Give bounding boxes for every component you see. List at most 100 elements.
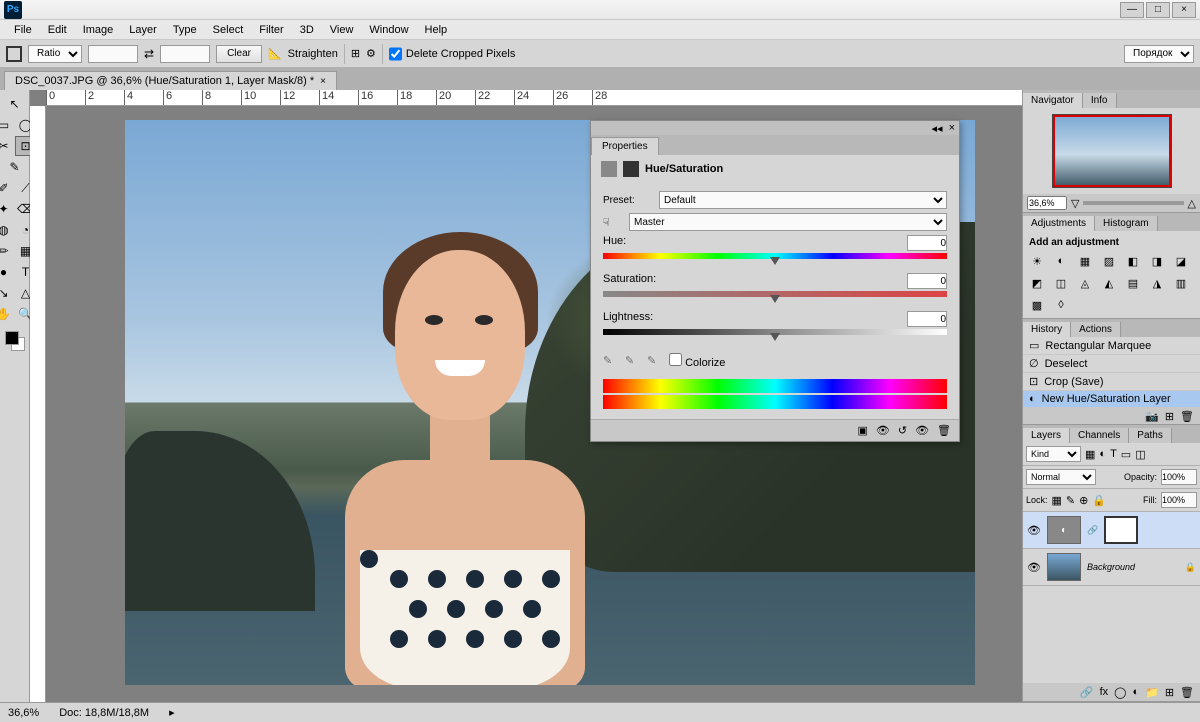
adj-threshold-icon[interactable]: ▥ <box>1173 276 1189 290</box>
maximize-button[interactable]: □ <box>1146 2 1170 18</box>
marquee-tool[interactable]: ▭ <box>0 115 15 135</box>
stamp-tool[interactable]: ✦ <box>0 199 15 219</box>
history-new-icon[interactable]: ⊞ <box>1165 410 1174 423</box>
zoom-in-icon[interactable]: △ <box>1188 197 1196 210</box>
link-icon[interactable]: 🔗 <box>1087 525 1098 536</box>
blend-mode-select[interactable]: Normal <box>1026 469 1096 485</box>
adj-brightness-icon[interactable]: ☀ <box>1029 254 1045 268</box>
lock-all-icon[interactable]: 🔒 <box>1092 494 1106 507</box>
adj-exposure-icon[interactable]: ▨ <box>1101 254 1117 268</box>
clip-layer-icon[interactable]: ▣ <box>857 424 867 437</box>
crop-mode-select[interactable]: Ratio <box>28 45 82 63</box>
menu-edit[interactable]: Edit <box>40 22 75 38</box>
menu-filter[interactable]: Filter <box>251 22 291 38</box>
filter-adj-icon[interactable]: ◐ <box>1099 448 1106 460</box>
document-tab[interactable]: DSC_0037.JPG @ 36,6% (Hue/Saturation 1, … <box>4 71 337 90</box>
history-item[interactable]: ◐New Hue/Saturation Layer <box>1023 391 1200 408</box>
adj-bw-icon[interactable]: ◩ <box>1029 276 1045 290</box>
preset-select[interactable]: Default <box>659 191 947 209</box>
toggle-visibility-icon[interactable]: 👁 <box>915 424 929 437</box>
menu-type[interactable]: Type <box>165 22 205 38</box>
navigator-zoom-slider[interactable] <box>1083 201 1183 205</box>
zoom-out-icon[interactable]: ▽ <box>1071 197 1079 210</box>
eraser-tool[interactable]: ◍ <box>0 220 15 240</box>
navigator-thumbnail[interactable] <box>1052 114 1172 188</box>
clear-button[interactable]: Clear <box>216 45 262 63</box>
adj-photofilter-icon[interactable]: ◫ <box>1053 276 1069 290</box>
layer-adj-icon[interactable]: ◐ <box>1132 686 1139 698</box>
layer-link-icon[interactable]: 🔗 <box>1080 686 1094 699</box>
crop-width-input[interactable] <box>88 45 138 63</box>
adj-invert-icon[interactable]: ▤ <box>1125 276 1141 290</box>
lock-trans-icon[interactable]: ▦ <box>1052 494 1062 507</box>
history-item[interactable]: ⊡Crop (Save) <box>1023 373 1200 391</box>
layer-filter-select[interactable]: Kind <box>1026 446 1081 462</box>
tab-adjustments[interactable]: Adjustments <box>1023 216 1095 231</box>
menu-image[interactable]: Image <box>75 22 122 38</box>
heal-tool[interactable]: ✐ <box>0 178 15 198</box>
lightness-input[interactable] <box>907 311 947 327</box>
swap-dimensions-button[interactable]: ⇄ <box>144 47 154 61</box>
lock-pixel-icon[interactable]: ✎ <box>1066 494 1075 507</box>
tab-info[interactable]: Info <box>1083 93 1117 108</box>
panel-collapse-icon[interactable]: ◂◂ <box>932 122 943 135</box>
hue-slider[interactable] <box>603 253 947 263</box>
tab-channels[interactable]: Channels <box>1070 428 1129 443</box>
eyedropper-tool[interactable]: ✎ <box>4 157 26 177</box>
blur-tool[interactable]: ✏ <box>0 241 15 261</box>
tab-history[interactable]: History <box>1023 322 1071 337</box>
delete-adjustment-icon[interactable]: 🗑 <box>937 424 951 437</box>
adj-posterize-icon[interactable]: ◮ <box>1149 276 1165 290</box>
gear-icon[interactable]: ⚙ <box>366 47 376 60</box>
tab-properties[interactable]: Properties <box>591 137 659 155</box>
opacity-input[interactable] <box>1161 469 1197 485</box>
pen-tool[interactable]: ● <box>0 262 15 282</box>
straighten-label[interactable]: Straighten <box>288 48 338 60</box>
reset-icon[interactable]: ↺ <box>898 424 907 437</box>
hue-input[interactable] <box>907 235 947 251</box>
properties-panel[interactable]: ◂◂ × Properties Hue/Saturation Preset: D… <box>590 120 960 442</box>
adj-selective-icon[interactable]: ◊ <box>1053 298 1069 312</box>
minimize-button[interactable]: — <box>1120 2 1144 18</box>
history-trash-icon[interactable]: 🗑 <box>1180 410 1194 423</box>
eyedropper-plus-icon[interactable]: ✎ <box>625 354 639 368</box>
fill-input[interactable] <box>1161 492 1197 508</box>
tab-layers[interactable]: Layers <box>1023 428 1070 443</box>
layer-group-icon[interactable]: 📁 <box>1145 686 1159 699</box>
panel-close-icon[interactable]: × <box>949 122 955 134</box>
visibility-icon[interactable]: 👁 <box>1027 561 1041 574</box>
delete-cropped-checkbox[interactable]: Delete Cropped Pixels <box>389 45 515 63</box>
wand-tool[interactable]: ✂ <box>0 136 15 156</box>
lightness-slider[interactable] <box>603 329 947 339</box>
target-adjust-icon[interactable]: ☟ <box>603 216 623 229</box>
history-item[interactable]: ▭Rectangular Marquee <box>1023 337 1200 355</box>
adj-colorbalance-icon[interactable]: ◪ <box>1173 254 1189 268</box>
layer-new-icon[interactable]: ⊞ <box>1165 686 1174 699</box>
layer-huesat[interactable]: 👁 ◐ 🔗 <box>1023 512 1200 549</box>
history-snapshot-icon[interactable]: 📷 <box>1145 410 1159 423</box>
colorize-checkbox[interactable]: Colorize <box>669 353 725 369</box>
move-tool[interactable]: ↖ <box>4 94 26 114</box>
menu-file[interactable]: File <box>6 22 40 38</box>
adj-huesat-icon[interactable]: ◨ <box>1149 254 1165 268</box>
visibility-icon[interactable]: 👁 <box>1027 524 1041 537</box>
filter-shape-icon[interactable]: ▭ <box>1121 448 1131 461</box>
close-button[interactable]: × <box>1172 2 1196 18</box>
layer-fx-icon[interactable]: fx <box>1100 686 1109 698</box>
navigator-zoom-input[interactable] <box>1027 196 1067 210</box>
adj-gradmap-icon[interactable]: ▩ <box>1029 298 1045 312</box>
layer-mask-icon[interactable]: ◯ <box>1114 686 1126 699</box>
saturation-input[interactable] <box>907 273 947 289</box>
tab-paths[interactable]: Paths <box>1129 428 1172 443</box>
adj-colorlookup-icon[interactable]: ◭ <box>1101 276 1117 290</box>
eyedropper-icon[interactable]: ✎ <box>603 354 617 368</box>
menu-view[interactable]: View <box>322 22 362 38</box>
hand-tool[interactable]: ✋ <box>0 304 15 324</box>
history-item[interactable]: ∅Deselect <box>1023 355 1200 373</box>
status-arrow-icon[interactable]: ▸ <box>169 706 175 719</box>
crop-height-input[interactable] <box>160 45 210 63</box>
status-zoom[interactable]: 36,6% <box>8 707 39 719</box>
menu-3d[interactable]: 3D <box>292 22 322 38</box>
filter-type-icon[interactable]: T <box>1110 448 1117 460</box>
adj-levels-icon[interactable]: ◐ <box>1053 254 1069 268</box>
